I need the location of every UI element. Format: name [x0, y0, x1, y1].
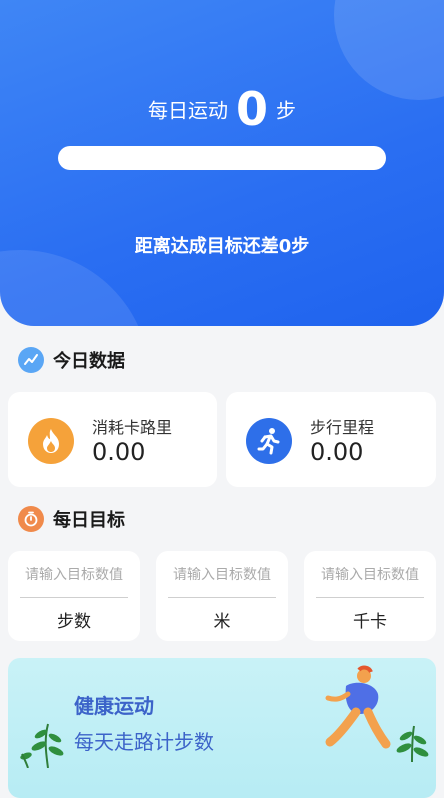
banner-title: 健康运动 [74, 694, 154, 718]
decorative-bubble [0, 250, 150, 326]
distance-goal-input[interactable] [168, 567, 276, 583]
calories-value: 0.00 [92, 438, 146, 466]
calories-goal-input[interactable] [316, 567, 424, 583]
steps-goal-unit: 步数 [57, 612, 91, 632]
steps-goal-card: 步数 [8, 551, 140, 641]
daily-goals-title: 每日目标 [53, 510, 125, 531]
timer-icon [18, 506, 44, 532]
calories-card: 消耗卡路里 0.00 [8, 392, 217, 487]
decorative-bubble [334, 0, 444, 100]
daily-goals-header: 每日目标 [18, 506, 125, 532]
input-underline [168, 597, 276, 598]
today-data-header: 今日数据 [18, 347, 125, 373]
calories-goal-card: 千卡 [304, 551, 436, 641]
running-person-icon [246, 418, 292, 464]
remaining-steps-text: 距离达成目标还差0步 [134, 236, 310, 257]
steps-progress-bar [58, 146, 386, 170]
banner-subtitle: 每天走路计步数 [74, 730, 214, 754]
distance-label: 步行里程 [310, 418, 375, 437]
flame-icon [28, 418, 74, 464]
daily-exercise-label: 每日运动 [147, 98, 228, 123]
plant-right-icon [396, 725, 429, 762]
calories-goal-unit: 千卡 [353, 612, 387, 632]
distance-value: 0.00 [310, 438, 364, 466]
distance-goal-card: 米 [156, 551, 288, 641]
plant-left-icon [20, 723, 64, 768]
today-data-title: 今日数据 [53, 351, 125, 372]
steps-unit: 步 [276, 98, 296, 123]
hero-panel: 每日运动 0 步 距离达成目标还差0步 [0, 0, 444, 326]
trend-chart-icon [18, 347, 44, 373]
health-banner: 健康运动 每天走路计步数 [8, 658, 436, 798]
steps-goal-input[interactable] [20, 567, 128, 583]
daily-steps-headline: 每日运动 0 步 [0, 86, 444, 132]
distance-goal-unit: 米 [213, 612, 231, 632]
steps-count: 0 [235, 82, 268, 136]
distance-card: 步行里程 0.00 [226, 392, 436, 487]
calories-label: 消耗卡路里 [92, 418, 173, 437]
input-underline [20, 597, 128, 598]
input-underline [316, 597, 424, 598]
runner-illustration-icon [325, 665, 391, 749]
